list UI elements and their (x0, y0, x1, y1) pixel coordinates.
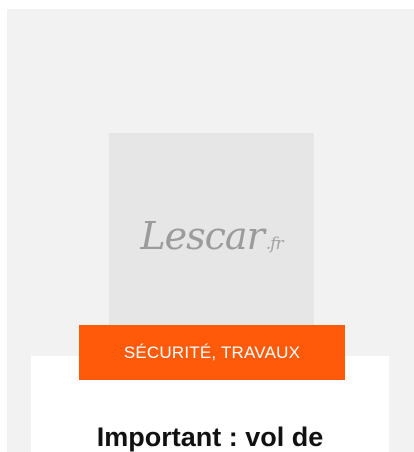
lescar-logo: Lescar .fr (140, 214, 284, 258)
post-thumbnail[interactable]: Lescar .fr (109, 133, 314, 339)
post-card-container: Lescar .fr SÉCURITÉ, TRAVAUX Important :… (7, 9, 414, 452)
post-title[interactable]: Important : vol de (31, 421, 389, 452)
logo-suffix: .fr (265, 234, 284, 254)
logo-text: Lescar (140, 214, 264, 258)
category-badge[interactable]: SÉCURITÉ, TRAVAUX (79, 325, 345, 380)
